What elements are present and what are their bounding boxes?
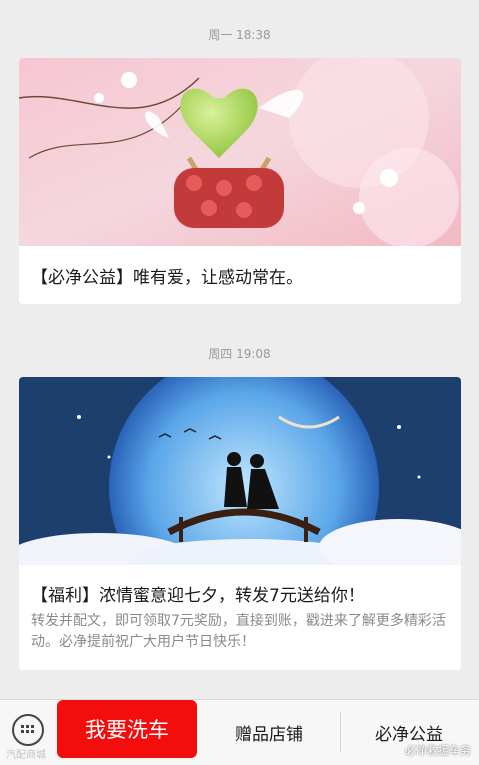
menu-divider: [340, 712, 341, 752]
article-card[interactable]: 【必净公益】唯有爱，让感动常在。: [19, 58, 461, 304]
article-title[interactable]: 【福利】浓情蜜意迎七夕，转发7元送给你！: [31, 581, 451, 606]
timestamp: 周一 18:38: [208, 28, 271, 42]
watermark-left: 汽配商城: [6, 750, 46, 761]
watermark-right: 必净救援车务: [405, 744, 471, 757]
bottom-menu-bar: 我要洗车 赠品店铺 必净公益 汽配商城 必净救援车务: [0, 699, 479, 765]
article-card[interactable]: 【福利】浓情蜜意迎七夕，转发7元送给你！ 转发并配文，即可领取7元奖励，直接到账…: [19, 377, 461, 670]
article-description: 转发并配文，即可领取7元奖励，直接到账，戳进来了解更多精彩活动。必净提前祝广大用…: [31, 613, 446, 650]
article-cover-image: [19, 58, 461, 246]
keyboard-icon[interactable]: [12, 714, 44, 746]
menu-gift-shop[interactable]: 赠品店铺: [205, 720, 333, 745]
menu-wash-car-button[interactable]: 我要洗车: [57, 700, 197, 758]
article-title[interactable]: 【必净公益】唯有爱，让感动常在。: [31, 263, 451, 288]
timestamp: 周四 19:08: [208, 347, 271, 361]
article-cover-image: [19, 377, 461, 565]
